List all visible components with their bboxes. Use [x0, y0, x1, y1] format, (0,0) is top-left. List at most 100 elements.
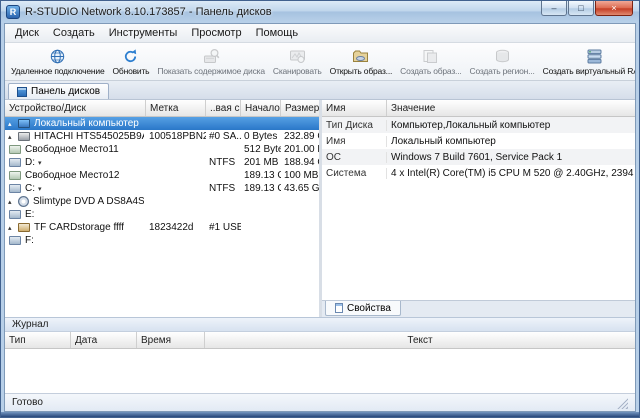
- panel-tab-bar: Панель дисков: [5, 81, 635, 100]
- tab-disk-panel[interactable]: Панель дисков: [8, 83, 109, 99]
- cell-start: 0 Bytes: [241, 130, 281, 143]
- device-tree-body: ▴ Локальный компьютер ▴: [5, 117, 319, 317]
- cell-size: [281, 117, 319, 130]
- device-name: F:: [25, 235, 34, 246]
- menu-disk[interactable]: Диск: [8, 25, 46, 41]
- device-name: D:: [25, 157, 35, 168]
- property-row[interactable]: Система 4 x Intel(R) Core(TM) i5 CPU M 5…: [322, 165, 635, 181]
- menu-tools[interactable]: Инструменты: [102, 25, 185, 41]
- app-window: R R-STUDIO Network 8.10.173857 - Панель …: [0, 0, 640, 418]
- property-name: Тип Диска: [322, 120, 387, 131]
- menu-help[interactable]: Помощь: [249, 25, 306, 41]
- cell-label: [146, 117, 206, 130]
- tree-row-volume-c[interactable]: C: ▾ NTFS 189.13 GB 43.65 GB: [5, 182, 319, 195]
- expand-toggle-icon[interactable]: ▴: [8, 198, 17, 206]
- status-text: Готово: [12, 397, 43, 408]
- cell-start: [241, 234, 281, 247]
- minimize-button[interactable]: –: [541, 1, 567, 16]
- computer-icon: [18, 119, 30, 128]
- col-device[interactable]: Устройство/Диск: [5, 100, 146, 116]
- expand-toggle-icon[interactable]: ▴: [8, 224, 17, 232]
- col-time[interactable]: Время: [137, 332, 205, 348]
- cell-start: [241, 208, 281, 221]
- tree-row-free-space-12[interactable]: Свободное Место12 189.13 GB 100 MB: [5, 169, 319, 182]
- create-region-button[interactable]: Создать регион...: [466, 44, 539, 79]
- cell-fs: [206, 208, 241, 221]
- open-image-button[interactable]: Открыть образ...: [326, 44, 396, 79]
- status-bar: Готово: [5, 393, 635, 411]
- properties-header: Имя Значение: [322, 100, 635, 117]
- expand-toggle-icon[interactable]: ▴: [8, 120, 17, 128]
- property-value: Windows 7 Build 7601, Service Pack 1: [387, 152, 635, 163]
- tree-row-volume-f[interactable]: F:: [5, 234, 319, 247]
- tree-row-volume-d[interactable]: D: ▾ NTFS 201 MB 188.94 GB: [5, 156, 319, 169]
- tab-properties[interactable]: Свойства: [325, 301, 401, 316]
- cell-fs: NTFS: [206, 182, 241, 195]
- cell-label: [146, 182, 206, 195]
- create-virtual-raid-button[interactable]: Создать виртуальный RAID: [539, 44, 635, 79]
- col-start[interactable]: Начало: [241, 100, 281, 116]
- tree-row-hdd[interactable]: ▴ HITACHI HTS545025B9A... 100518PBN204..…: [5, 130, 319, 143]
- cell-start: 189.13 GB: [241, 169, 281, 182]
- col-name[interactable]: Имя: [322, 100, 387, 116]
- cell-label: [146, 208, 206, 221]
- scan-button[interactable]: Сканировать: [269, 44, 326, 79]
- tree-row-free-space-11[interactable]: Свободное Место11 512 Bytes 201.00 MB: [5, 143, 319, 156]
- cell-label: [146, 195, 206, 208]
- expand-toggle-icon[interactable]: ▴: [8, 133, 17, 141]
- resize-grip[interactable]: [616, 397, 628, 409]
- tree-row-card-reader[interactable]: ▴ TF CARDstorage ffff 1823422d #1 USB: [5, 221, 319, 234]
- cell-label: [146, 169, 206, 182]
- titlebar[interactable]: R R-STUDIO Network 8.10.173857 - Панель …: [1, 1, 639, 23]
- free-space-icon: [9, 171, 21, 180]
- property-row[interactable]: Имя Локальный компьютер: [322, 133, 635, 149]
- cell-fs: NTFS: [206, 156, 241, 169]
- tree-row-dvd-drive[interactable]: ▴ Slimtype DVD A DS8A4S ...: [5, 195, 319, 208]
- property-row[interactable]: ОС Windows 7 Build 7601, Service Pack 1: [322, 149, 635, 165]
- memory-card-icon: [18, 223, 30, 232]
- create-image-button[interactable]: Создать образ...: [396, 44, 465, 79]
- chevron-down-icon[interactable]: ▾: [38, 185, 42, 193]
- col-text[interactable]: Текст: [205, 332, 635, 348]
- menu-view[interactable]: Просмотр: [184, 25, 248, 41]
- refresh-button[interactable]: Обновить: [109, 44, 154, 79]
- property-row[interactable]: Тип Диска Компьютер,Локальный компьютер: [322, 117, 635, 133]
- tab-label: Свойства: [347, 303, 391, 314]
- chevron-down-icon[interactable]: ▾: [38, 159, 42, 167]
- raid-icon: [586, 48, 603, 65]
- close-button[interactable]: ×: [595, 1, 633, 16]
- device-name: C:: [25, 183, 35, 194]
- cell-start: 201 MB: [241, 156, 281, 169]
- col-value[interactable]: Значение: [387, 100, 635, 116]
- cell-size: 232.89 GB: [281, 130, 319, 143]
- device-name: Свободное Место11: [25, 144, 119, 155]
- tree-row-local-computer[interactable]: ▴ Локальный компьютер: [5, 117, 319, 130]
- property-value: Компьютер,Локальный компьютер: [387, 120, 635, 131]
- property-value: Локальный компьютер: [387, 136, 635, 147]
- maximize-button[interactable]: □: [568, 1, 594, 16]
- remote-connection-button[interactable]: Удаленное подключение: [7, 44, 109, 79]
- col-type[interactable]: Тип: [5, 332, 71, 348]
- col-size[interactable]: Размер: [281, 100, 319, 116]
- cell-label: [146, 156, 206, 169]
- cell-start: 189.13 GB: [241, 182, 281, 195]
- app-icon: R: [6, 5, 20, 19]
- device-name: Локальный компьютер: [34, 118, 139, 129]
- col-date[interactable]: Дата: [71, 332, 137, 348]
- tree-row-volume-e[interactable]: E:: [5, 208, 319, 221]
- toolbar-label: Открыть образ...: [330, 66, 392, 76]
- cell-fs: [206, 169, 241, 182]
- show-disk-contents-button[interactable]: Показать содержимое диска: [153, 44, 268, 79]
- col-filesystem[interactable]: ..вая си: [206, 100, 241, 116]
- menu-create[interactable]: Создать: [46, 25, 102, 41]
- toolbar-label: Сканировать: [273, 66, 322, 76]
- col-label[interactable]: Метка: [146, 100, 206, 116]
- scan-icon: [289, 48, 306, 65]
- device-name: Свободное Место12: [25, 170, 119, 181]
- cell-size: 201.00 MB: [281, 143, 319, 156]
- open-image-icon: [352, 48, 369, 65]
- free-space-icon: [9, 145, 21, 154]
- journal-body: [5, 349, 635, 393]
- properties-body: Тип Диска Компьютер,Локальный компьютер …: [322, 117, 635, 300]
- create-image-icon: [422, 48, 439, 65]
